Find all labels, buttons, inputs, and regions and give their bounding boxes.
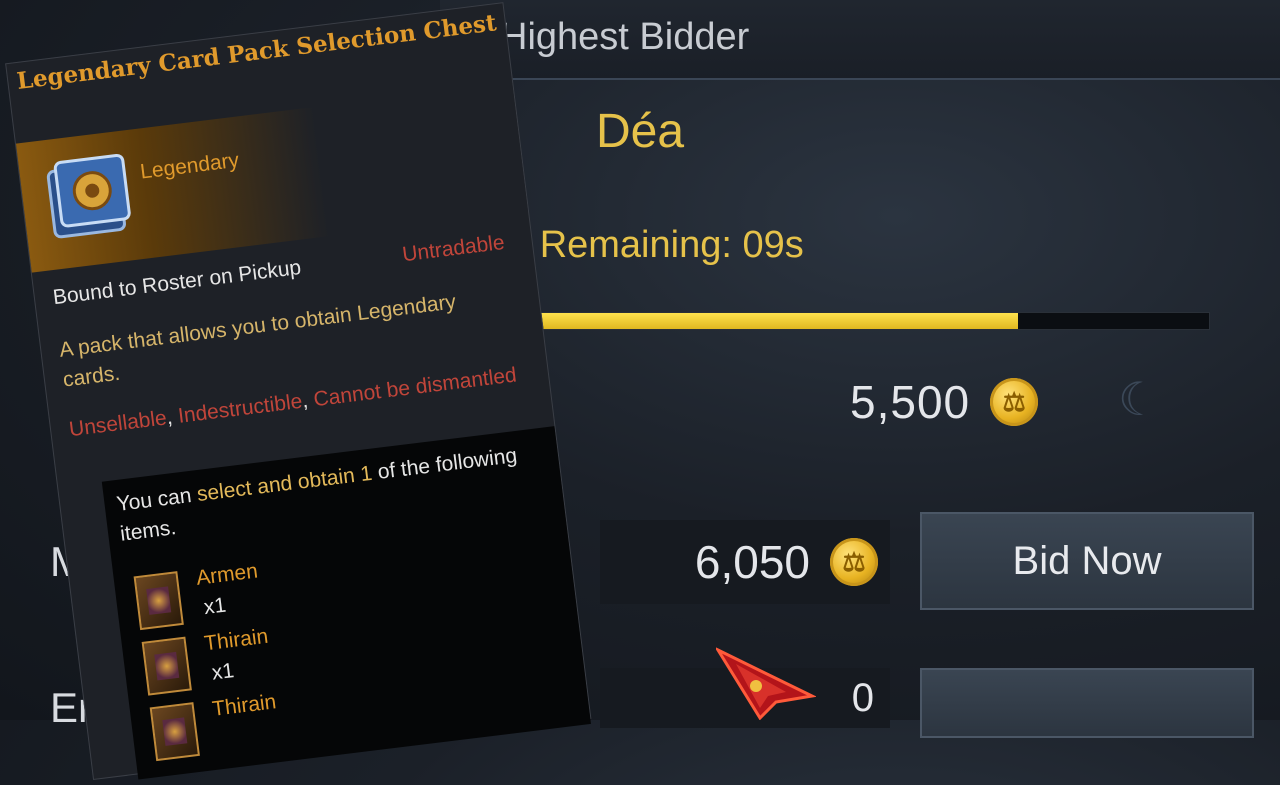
item-tooltip: Legendary Card Pack Selection Chest Lege… <box>5 0 644 780</box>
item-quantity: x1 <box>202 593 228 620</box>
item-name: Thirain <box>202 624 270 656</box>
flag-cannot-dismantle: Cannot be dismantled <box>312 363 518 412</box>
current-price-value: 5,500 <box>850 376 971 428</box>
cursor-arrow-icon <box>716 647 816 720</box>
flag-indestructible: Indestructible <box>176 389 304 428</box>
selection-box: You can select and obtain 1 of the follo… <box>101 426 591 780</box>
rune-decoration-icon: ☾ <box>1118 373 1160 425</box>
item-name: Armen <box>194 559 260 590</box>
enter-bid-value: 0 <box>851 675 874 720</box>
card-icon <box>141 636 192 696</box>
flag-unsellable: Unsellable <box>67 406 168 442</box>
tooltip-title: Legendary Card Pack Selection Chest <box>15 9 498 95</box>
card-icon <box>133 571 184 631</box>
gold-coin-icon: ⚖ <box>830 538 878 586</box>
minimum-bid-value: 6,050 <box>694 536 810 588</box>
selection-highlight: select and obtain 1 <box>195 461 374 507</box>
secondary-button[interactable] <box>920 668 1254 738</box>
minimum-bid: 6,050 ⚖ <box>600 520 890 604</box>
item-quantity: x1 <box>210 659 236 685</box>
gold-coin-icon: ⚖ <box>990 378 1039 426</box>
bidder-name: Déa <box>596 105 685 158</box>
selection-prefix: You can <box>115 483 199 516</box>
item-name: Thirain <box>210 690 278 721</box>
bid-now-button[interactable]: Bid Now <box>920 512 1254 610</box>
tradable-status: Untradable <box>400 230 506 267</box>
tooltip-panel: Legendary Card Pack Selection Chest Lege… <box>5 2 592 780</box>
current-price: 5,500 ⚖ <box>850 372 1039 432</box>
timer-bar <box>500 312 1210 330</box>
card-icon <box>149 702 200 762</box>
card-pack-chest-icon <box>46 153 131 239</box>
